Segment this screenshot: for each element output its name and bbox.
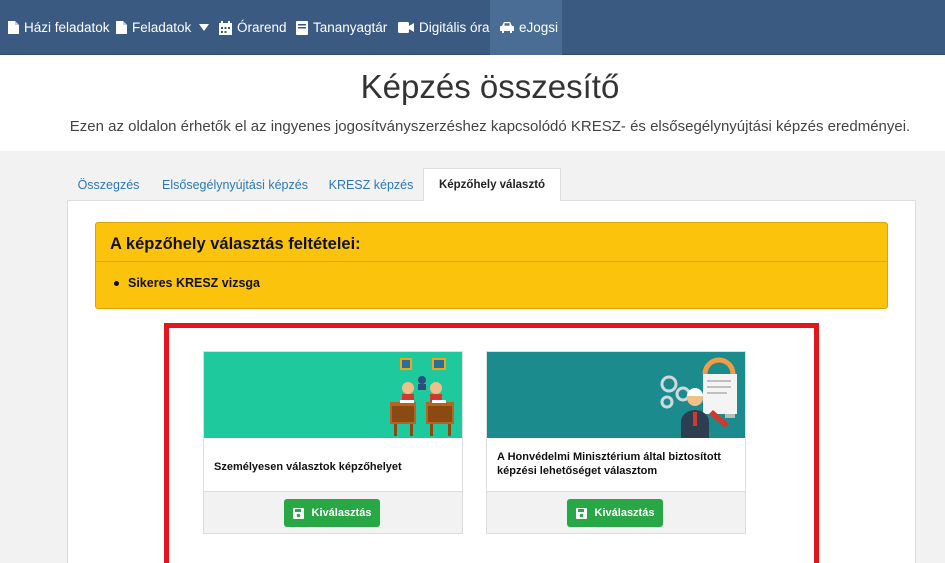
- nav-label: Digitális óra: [419, 20, 490, 35]
- nav-item-ejogsi[interactable]: eJogsi: [490, 0, 562, 55]
- chevron-down-icon: [199, 24, 210, 31]
- nav-label: Feladatok: [132, 20, 192, 35]
- card-footer: Kiválasztás: [487, 491, 745, 533]
- tab-kepzohely-valaszto[interactable]: Képzőhely választó: [423, 168, 561, 201]
- page-title: Képzés összesítő: [360, 68, 620, 105]
- document-icon: [116, 21, 127, 34]
- page-header: Képzés összesítő Ezen az oldalon érhetők…: [0, 55, 945, 151]
- calendar-icon: [219, 20, 232, 35]
- tab-elsosegely[interactable]: Elsősegélynyújtási képzés: [150, 168, 320, 201]
- document-icon: [8, 21, 19, 34]
- card-description: A Honvédelmi Minisztérium által biztosít…: [497, 451, 721, 477]
- nav-label: Házi feladatok: [24, 20, 110, 35]
- tab-osszegzes[interactable]: Összegzés: [67, 168, 150, 201]
- alert-divider: [96, 261, 887, 262]
- nav-item-hazi-feladatok[interactable]: Házi feladatok: [8, 0, 110, 55]
- select-button-personal[interactable]: Kiválasztás: [284, 499, 380, 527]
- alert-title: A képzőhely választás feltételei:: [110, 235, 361, 253]
- engineer-illustration: [487, 352, 745, 438]
- button-label: Kiválasztás: [594, 507, 655, 519]
- page-subtitle: Ezen az oldalon érhetők el az ingyenes j…: [69, 118, 911, 135]
- condition-item: Sikeres KRESZ vizsga: [114, 276, 260, 290]
- nav-item-digitalis-ora[interactable]: Digitális óra: [398, 0, 490, 55]
- car-icon: [500, 22, 514, 33]
- floppy-disk-icon: [575, 507, 587, 519]
- conditions-alert: A képzőhely választás feltételei: Sikere…: [95, 222, 888, 309]
- card-description: Személyesen választok képzőhelyet: [214, 461, 402, 473]
- tab-kresz[interactable]: KRESZ képzés: [320, 168, 422, 201]
- book-icon: [296, 20, 308, 35]
- nav-item-orarend[interactable]: Órarend: [219, 0, 287, 55]
- floppy-disk-icon: [292, 507, 304, 519]
- nav-label: eJogsi: [519, 20, 559, 35]
- nav-label: Tananyagtár: [313, 20, 388, 35]
- classroom-illustration: [204, 352, 462, 438]
- select-button-honvedelmi[interactable]: Kiválasztás: [567, 499, 663, 527]
- top-navbar: Házi feladatok Feladatok Órarend Tananya…: [0, 0, 945, 55]
- condition-text: Sikeres KRESZ vizsga: [128, 276, 261, 290]
- nav-item-feladatok[interactable]: Feladatok: [116, 0, 210, 55]
- nav-label: Órarend: [237, 20, 287, 35]
- nav-item-tananyagtar[interactable]: Tananyagtár: [296, 0, 387, 55]
- option-card-personal: Személyesen választok képzőhelyet Kivála…: [203, 351, 463, 534]
- video-camera-icon: [398, 22, 414, 33]
- option-card-honvedelmi: A Honvédelmi Minisztérium által biztosít…: [486, 351, 746, 534]
- button-label: Kiválasztás: [311, 507, 372, 519]
- card-footer: Kiválasztás: [204, 491, 462, 533]
- bullet-icon: [114, 280, 119, 286]
